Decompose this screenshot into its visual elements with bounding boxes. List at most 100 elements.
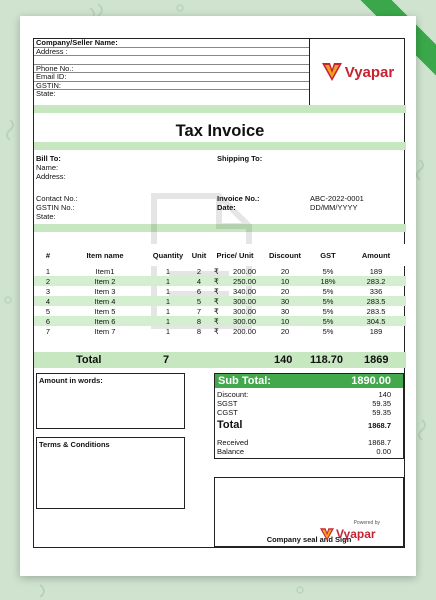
row-price: ₹300.00 xyxy=(210,296,260,306)
totals-quantity: 7 xyxy=(163,354,170,366)
brand-logo: Vyapar xyxy=(310,39,406,105)
row-discount: 10 xyxy=(260,316,310,326)
summary-total-row: Total 1868.7 xyxy=(217,419,391,431)
row-discount: 30 xyxy=(280,306,290,316)
row-item-name: Item 6 xyxy=(62,316,148,326)
seller-address: Address : xyxy=(34,47,309,56)
summary-balance-row: Balance 0.00 xyxy=(217,447,391,456)
table-row: 1 Item1 1 2 ₹200.00 20 5% 189 xyxy=(34,266,406,276)
row-price: ₹340.00 xyxy=(210,286,260,296)
row-price: ₹200.00 xyxy=(210,266,260,276)
invoice-paper: Company/Seller Name: Address : Phone No.… xyxy=(20,16,416,576)
table-row: 6 Item 6 1 8 ₹300.00 10 5% 304.5 xyxy=(34,316,406,326)
row-item-name: Item 3 xyxy=(94,286,116,296)
band-top xyxy=(34,105,406,113)
row-gst: 5% xyxy=(310,316,346,326)
row-unit: 2 xyxy=(196,266,202,276)
currency-symbol: ₹ xyxy=(214,266,219,276)
amount-in-words-label: Amount in words: xyxy=(39,376,103,385)
seller-gstin: GSTIN: xyxy=(34,81,309,90)
powered-by-brand-name: Vyapar xyxy=(336,527,376,541)
seller-info-box: Company/Seller Name: Address : Phone No.… xyxy=(34,38,310,105)
table-row: 2 Item 2 1 4 ₹250.00 10 18% 283.2 xyxy=(34,276,406,286)
summary-balance-value: 0.00 xyxy=(376,447,391,456)
row-price-value: 340.00 xyxy=(233,286,256,296)
summary-sgst-row: SGST 59.35 xyxy=(217,399,391,408)
row-unit: 8 xyxy=(196,326,202,336)
bill-to-address-label: Address: xyxy=(36,172,66,181)
summary-discount-label: Discount: xyxy=(217,390,249,399)
row-number: 3 xyxy=(45,286,51,296)
row-discount: 10 xyxy=(260,276,310,286)
row-unit: 5 xyxy=(188,296,210,306)
vyapar-small-logo-icon xyxy=(320,527,334,541)
row-price: ₹300.00 xyxy=(210,306,260,316)
row-item-name: Item 2 xyxy=(62,276,148,286)
terms-box: Terms & Conditions xyxy=(36,437,185,509)
summary-cgst-value: 59.35 xyxy=(372,408,391,417)
table-row: 4 Item 4 1 5 ₹300.00 30 5% 283.5 xyxy=(34,296,406,306)
currency-symbol: ₹ xyxy=(214,326,219,336)
row-number: 7 xyxy=(45,326,51,336)
band-under-title xyxy=(34,142,406,150)
row-price: ₹250.00 xyxy=(210,276,260,286)
items-table: # Item name Quantity Unit Price/ Unit Di… xyxy=(34,244,406,336)
row-quantity: 1 xyxy=(165,306,171,316)
row-unit: 4 xyxy=(188,276,210,286)
row-amount: 304.5 xyxy=(346,316,406,326)
currency-symbol: ₹ xyxy=(214,306,219,316)
row-amount: 283.5 xyxy=(366,306,386,316)
invoice-date-value: DD/MM/YYYY xyxy=(310,203,358,212)
summary-discount-value: 140 xyxy=(378,390,391,399)
row-quantity: 1 xyxy=(148,296,188,306)
row-unit: 6 xyxy=(196,286,202,296)
row-amount: 189 xyxy=(369,266,383,276)
row-amount: 336 xyxy=(369,286,383,296)
invoice-document: Company/Seller Name: Address : Phone No.… xyxy=(33,38,406,548)
row-price-value: 200.00 xyxy=(233,266,256,276)
row-price-value: 300.00 xyxy=(233,306,256,316)
powered-by-logo: Vyapar xyxy=(320,527,376,541)
summary-balance-label: Balance xyxy=(217,447,245,456)
table-row: 7 Item 7 1 8 ₹200.00 20 5% 189 xyxy=(34,326,406,336)
row-number: 4 xyxy=(34,296,62,306)
table-row: 3 Item 3 1 6 ₹340.00 20 5% 336 xyxy=(34,286,406,296)
summary-received-row: Received 1868.7 xyxy=(217,438,391,447)
summary-cgst-row: CGST 59.35 xyxy=(217,408,391,417)
row-discount: 20 xyxy=(280,286,290,296)
row-amount: 189 xyxy=(369,326,383,336)
totals-gst: 118.70 xyxy=(310,354,344,366)
col-header-gst: GST xyxy=(310,244,346,266)
seller-address-line2 xyxy=(34,56,309,65)
row-unit: 8 xyxy=(188,316,210,326)
summary-cgst-label: CGST xyxy=(217,408,238,417)
summary-box: Sub Total: 1890.00 Discount: 140 SGST 59… xyxy=(214,373,404,459)
row-discount: 20 xyxy=(280,266,290,276)
row-price-value: 300.00 xyxy=(233,296,256,306)
summary-total-value: 1868.7 xyxy=(368,421,391,430)
row-number: 5 xyxy=(45,306,51,316)
terms-label: Terms & Conditions xyxy=(39,440,110,449)
subtotal-label: Sub Total: xyxy=(218,375,271,387)
summary-discount-row: Discount: 140 xyxy=(217,390,391,399)
row-quantity: 1 xyxy=(148,316,188,326)
summary-received-value: 1868.7 xyxy=(368,438,391,447)
col-header-item-name: Item name xyxy=(62,244,148,266)
row-quantity: 1 xyxy=(165,266,171,276)
row-unit: 7 xyxy=(196,306,202,316)
seller-state: State: xyxy=(36,89,56,98)
vyapar-logo-icon xyxy=(321,63,342,81)
currency-symbol: ₹ xyxy=(214,296,219,306)
row-price: ₹300.00 xyxy=(210,316,260,326)
row-quantity: 1 xyxy=(165,286,171,296)
row-amount: 283.5 xyxy=(346,296,406,306)
currency-symbol: ₹ xyxy=(214,276,219,286)
row-gst: 5% xyxy=(310,296,346,306)
col-header-number: # xyxy=(34,244,62,266)
totals-label: Total xyxy=(76,354,102,366)
totals-amount: 1869 xyxy=(364,354,389,366)
col-header-price-unit: Price/ Unit xyxy=(210,244,260,266)
row-gst: 18% xyxy=(310,276,346,286)
seller-company-name: Company/Seller Name: xyxy=(34,38,309,48)
row-price-value: 300.00 xyxy=(233,316,256,326)
